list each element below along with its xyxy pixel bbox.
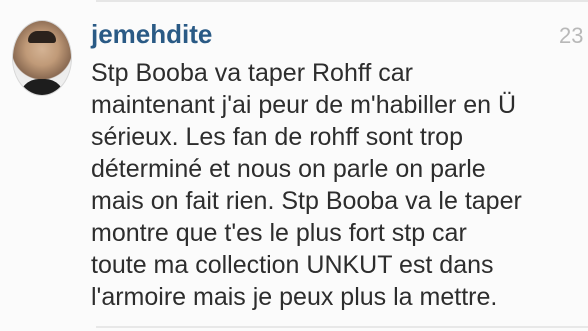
user-avatar[interactable] — [12, 20, 72, 96]
comment-line: déterminé et nous on parle on parle — [91, 155, 486, 183]
comment-text: Stp Booba va taper Rohff car maintenant … — [91, 57, 588, 313]
comment-line: maintenant j'ai peur de m'habiller en Ü — [91, 91, 517, 119]
comment-line: sérieux. Les fan de rohff sont trop — [91, 123, 463, 151]
comment-timestamp: 23 — [559, 23, 584, 48]
bottom-divider — [96, 326, 588, 328]
comment-line: montre que t'es le plus fort stp car — [91, 219, 467, 247]
comment-line: Stp Booba va taper Rohff car — [91, 59, 413, 87]
comment-username[interactable]: jemehdite — [91, 19, 212, 50]
top-divider — [96, 0, 588, 2]
avatar-shirt-shape — [19, 79, 65, 95]
comment-view: jemehdite 23 Stp Booba va taper Rohff ca… — [0, 0, 588, 331]
comment-line: l'armoire mais je peux plus la mettre. — [91, 283, 498, 311]
avatar-hair-shape — [28, 31, 56, 43]
comment-line: mais on fait rien. Stp Booba va le taper — [91, 187, 522, 215]
comment-line: toute ma collection UNKUT est dans — [91, 251, 494, 279]
